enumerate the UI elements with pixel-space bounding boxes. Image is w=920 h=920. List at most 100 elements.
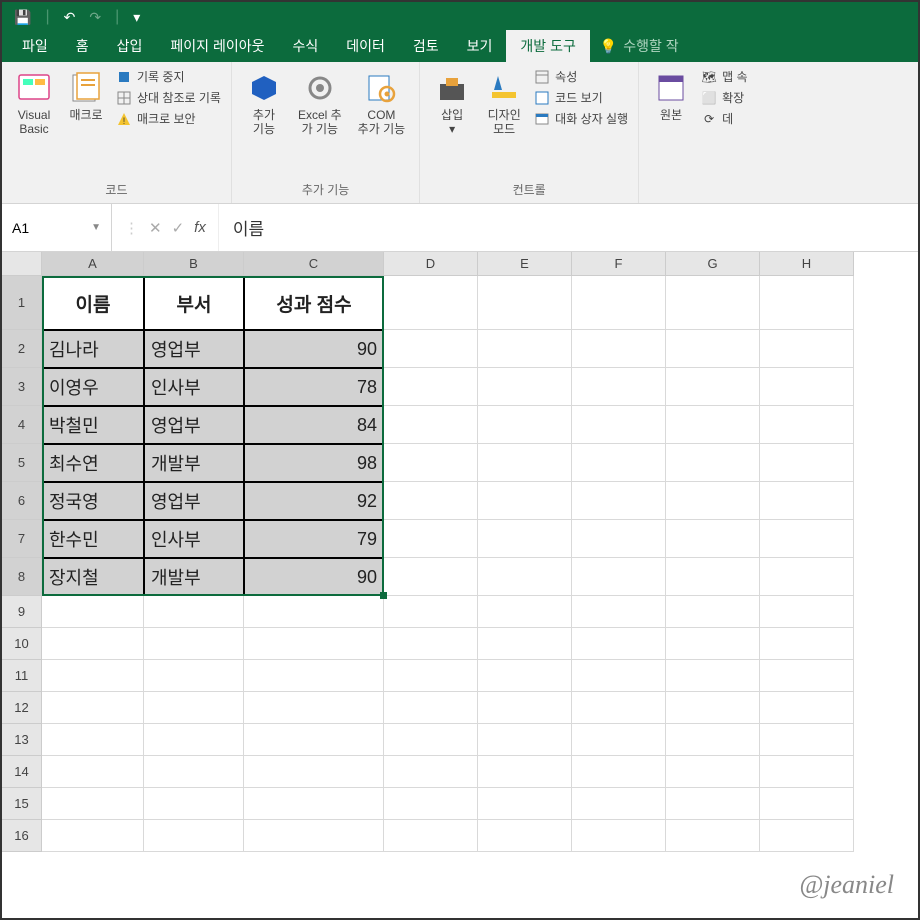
cell[interactable] [666, 724, 760, 756]
cell[interactable] [572, 406, 666, 444]
cell[interactable] [572, 276, 666, 330]
cell[interactable] [666, 520, 760, 558]
macros-button[interactable]: 매크로 [64, 68, 108, 124]
cell[interactable] [244, 724, 384, 756]
cell[interactable]: 98 [244, 444, 384, 482]
cell[interactable] [244, 756, 384, 788]
row-header[interactable]: 4 [2, 406, 42, 444]
tab-developer[interactable]: 개발 도구 [506, 30, 589, 62]
cell[interactable]: 한수민 [42, 520, 144, 558]
cell[interactable] [384, 660, 478, 692]
cell[interactable]: 84 [244, 406, 384, 444]
cell[interactable]: 79 [244, 520, 384, 558]
cell[interactable] [572, 820, 666, 852]
tab-view[interactable]: 보기 [453, 30, 507, 62]
cell[interactable] [572, 628, 666, 660]
cell[interactable] [384, 596, 478, 628]
excel-addins-button[interactable]: Excel 추 가 기능 [294, 68, 346, 139]
cell[interactable] [478, 406, 572, 444]
cell[interactable] [478, 444, 572, 482]
row-header[interactable]: 6 [2, 482, 42, 520]
cell[interactable] [144, 820, 244, 852]
cell[interactable] [572, 692, 666, 724]
cell[interactable] [244, 628, 384, 660]
cell[interactable] [144, 692, 244, 724]
fill-handle[interactable] [380, 592, 387, 599]
cell[interactable]: 78 [244, 368, 384, 406]
cell[interactable]: 영업부 [144, 482, 244, 520]
column-header[interactable]: D [384, 252, 478, 276]
cell[interactable] [760, 330, 854, 368]
fx-icon[interactable]: fx [194, 219, 206, 236]
cell[interactable] [384, 756, 478, 788]
cell[interactable] [666, 482, 760, 520]
cell[interactable] [478, 788, 572, 820]
cell[interactable] [666, 558, 760, 596]
cell[interactable] [760, 820, 854, 852]
properties-button[interactable]: 속성 [534, 68, 628, 85]
cell[interactable] [478, 692, 572, 724]
cell[interactable] [760, 444, 854, 482]
macro-security-button[interactable]: ! 매크로 보안 [116, 110, 221, 127]
tab-review[interactable]: 검토 [399, 30, 453, 62]
column-header[interactable]: C [244, 252, 384, 276]
cell[interactable] [42, 788, 144, 820]
row-header[interactable]: 3 [2, 368, 42, 406]
cell[interactable] [384, 482, 478, 520]
cell[interactable] [572, 330, 666, 368]
cell[interactable] [666, 820, 760, 852]
column-header[interactable]: H [760, 252, 854, 276]
cell[interactable]: 인사부 [144, 368, 244, 406]
cell[interactable] [666, 628, 760, 660]
cell[interactable] [384, 788, 478, 820]
row-header[interactable]: 14 [2, 756, 42, 788]
cell[interactable] [144, 660, 244, 692]
select-all-corner[interactable] [2, 252, 42, 276]
column-header[interactable]: G [666, 252, 760, 276]
cell[interactable] [572, 368, 666, 406]
cell[interactable] [144, 596, 244, 628]
redo-icon[interactable]: ↷ [89, 9, 101, 26]
insert-control-button[interactable]: 삽입▾ [430, 68, 474, 139]
cell[interactable] [478, 628, 572, 660]
cell[interactable] [144, 724, 244, 756]
cell[interactable] [760, 692, 854, 724]
cell[interactable] [42, 820, 144, 852]
cell[interactable] [666, 406, 760, 444]
cell[interactable] [572, 444, 666, 482]
cells-grid[interactable]: 이름부서성과 점수김나라영업부90이영우인사부78박철민영업부84최수연개발부9… [42, 276, 854, 852]
cell[interactable]: 장지철 [42, 558, 144, 596]
tab-page-layout[interactable]: 페이지 레이아웃 [156, 30, 278, 62]
cell[interactable] [244, 788, 384, 820]
cell[interactable] [760, 368, 854, 406]
cell[interactable] [760, 756, 854, 788]
cell[interactable] [760, 788, 854, 820]
cell[interactable] [666, 368, 760, 406]
row-header[interactable]: 8 [2, 558, 42, 596]
cell[interactable]: 최수연 [42, 444, 144, 482]
tell-me-search[interactable]: 💡 수행할 작 [590, 30, 689, 62]
xml-data-button[interactable]: ⟳ 데 [701, 110, 747, 127]
cell[interactable] [572, 788, 666, 820]
formula-input[interactable]: 이름 [219, 215, 918, 240]
stop-recording-button[interactable]: 기록 중지 [116, 68, 221, 85]
cell[interactable] [666, 756, 760, 788]
formula-bar-expand-icon[interactable]: ⋮ [124, 219, 139, 237]
cell[interactable] [478, 756, 572, 788]
cell[interactable] [760, 660, 854, 692]
cancel-icon[interactable]: ✕ [149, 219, 162, 237]
cell[interactable] [384, 558, 478, 596]
cell[interactable] [572, 558, 666, 596]
cell[interactable]: 90 [244, 330, 384, 368]
row-header[interactable]: 2 [2, 330, 42, 368]
run-dialog-button[interactable]: 대화 상자 실행 [534, 110, 628, 127]
relative-reference-button[interactable]: 상대 참조로 기록 [116, 89, 221, 106]
cell[interactable]: 인사부 [144, 520, 244, 558]
cell[interactable] [384, 406, 478, 444]
cell[interactable] [384, 368, 478, 406]
cell[interactable] [478, 660, 572, 692]
cell[interactable]: 영업부 [144, 406, 244, 444]
cell[interactable] [144, 788, 244, 820]
cell[interactable]: 성과 점수 [244, 276, 384, 330]
undo-icon[interactable]: ↶ [64, 9, 76, 26]
